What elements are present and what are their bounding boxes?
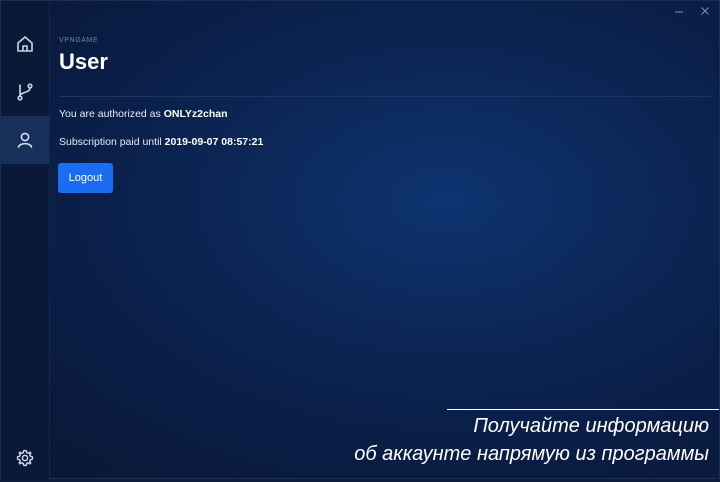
gear-icon	[16, 449, 34, 467]
logout-button[interactable]: Logout	[58, 163, 113, 193]
minimize-icon	[675, 11, 683, 13]
subscription-prefix-text: Subscription paid until	[59, 136, 165, 148]
window-controls	[673, 4, 711, 18]
close-button[interactable]	[699, 5, 711, 17]
branch-icon	[17, 83, 33, 101]
page-title: User	[59, 49, 108, 74]
sidebar-item-home[interactable]	[1, 20, 49, 68]
header-divider	[59, 96, 711, 97]
username-value: ONLYz2chan	[163, 108, 228, 120]
app-name-label: VPNGAME	[59, 37, 99, 44]
sidebar-item-routes[interactable]	[1, 68, 49, 116]
auth-status-line: You are authorized as ONLYz2chan	[59, 108, 228, 120]
subscription-date-value: 2019-09-07 08:57:21	[164, 136, 264, 148]
caption-line-1: Получайте информацию	[473, 415, 709, 437]
close-icon	[701, 7, 709, 15]
settings-button[interactable]	[1, 434, 49, 482]
auth-prefix-text: You are authorized as	[59, 108, 164, 120]
home-icon	[17, 36, 33, 52]
user-icon	[17, 132, 33, 148]
caption-rule	[447, 409, 719, 410]
sidebar-item-user[interactable]	[1, 116, 49, 164]
sidebar	[1, 1, 50, 480]
subscription-line: Subscription paid until 2019-09-07 08:57…	[59, 136, 263, 148]
promo-caption: Получайте информацию об аккаунте напряму…	[354, 409, 719, 468]
minimize-button[interactable]	[673, 5, 685, 17]
app-window: VPNGAME User You are authorized as ONLYz…	[0, 0, 720, 480]
caption-line-2: об аккаунте напрямую из программы	[354, 443, 709, 465]
